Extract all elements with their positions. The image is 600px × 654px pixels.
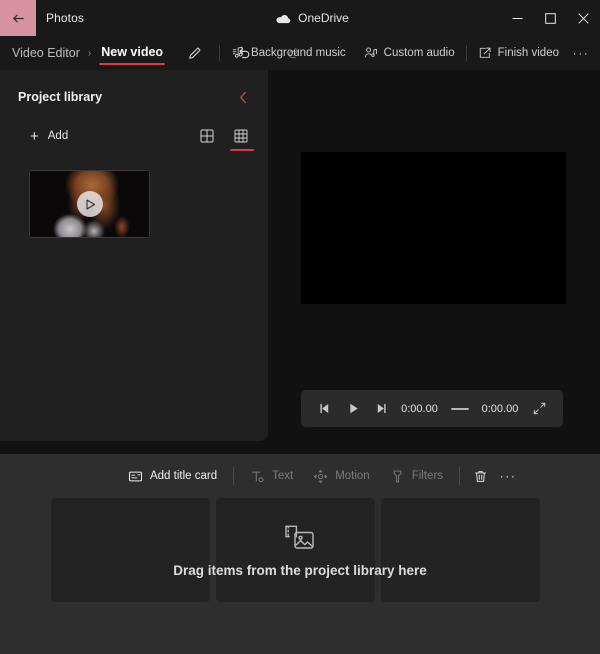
custom-audio-label: Custom audio <box>383 47 455 59</box>
project-library-header: Project library <box>0 70 268 108</box>
person-audio-icon <box>364 47 377 58</box>
delete-button[interactable] <box>466 463 494 489</box>
export-icon <box>479 47 491 58</box>
next-frame-icon <box>378 404 386 413</box>
grid-2x2-icon <box>200 129 214 143</box>
library-view-toggles <box>196 124 254 151</box>
custom-audio-button[interactable]: Custom audio <box>355 40 464 66</box>
chevron-left-icon <box>239 91 246 103</box>
motion-label: Motion <box>335 470 370 482</box>
fullscreen-button[interactable] <box>526 395 553 423</box>
collapse-library-button[interactable] <box>232 86 254 108</box>
title-bar: Photos OneDrive <box>0 0 600 36</box>
previous-frame-icon <box>320 404 329 413</box>
motion-icon <box>314 469 328 483</box>
editor-main-area: Project library + Add 0:00.00 0:00.00 <box>0 70 600 454</box>
storyboard-divider-1 <box>233 467 235 485</box>
photos-video-editor-window: Photos OneDrive Video Editor › New video… <box>0 0 600 654</box>
app-title: Photos <box>46 11 84 25</box>
storyboard-cards: Drag items from the project library here <box>0 498 600 602</box>
expand-icon <box>533 402 546 415</box>
maximize-button[interactable] <box>534 0 567 36</box>
breadcrumb-separator-icon: › <box>87 47 92 59</box>
storyboard-toolbar: Add title card Text Motion Filters ··· <box>0 454 600 498</box>
project-library-actions: + Add <box>0 108 268 151</box>
close-icon <box>578 12 589 24</box>
play-icon <box>349 403 358 414</box>
finish-video-label: Finish video <box>497 47 559 59</box>
text-button[interactable]: Text <box>240 463 303 489</box>
filters-button[interactable]: Filters <box>380 463 453 489</box>
current-time-label: 0:00.00 <box>401 402 438 415</box>
add-label: Add <box>47 130 69 142</box>
filters-label: Filters <box>411 470 444 482</box>
play-overlay-button[interactable] <box>76 191 103 217</box>
breadcrumb-video-editor[interactable]: Video Editor <box>12 46 80 60</box>
onedrive-label: OneDrive <box>298 11 349 25</box>
onedrive-status[interactable]: OneDrive <box>84 0 501 36</box>
preview-stage: 0:00.00 0:00.00 <box>268 70 600 454</box>
window-controls <box>501 0 600 36</box>
breadcrumb: Video Editor › New video <box>12 36 165 70</box>
add-title-card-label: Add title card <box>149 470 218 482</box>
time-separator <box>450 407 469 410</box>
play-icon <box>85 198 95 210</box>
storyboard-section: Add title card Text Motion Filters ··· D… <box>0 454 600 654</box>
library-media-item[interactable] <box>29 170 150 238</box>
command-divider-1 <box>219 45 221 61</box>
add-media-button[interactable]: + Add <box>30 129 68 144</box>
trash-icon <box>474 470 486 482</box>
command-divider-2 <box>465 45 467 61</box>
cloud-icon <box>276 14 291 23</box>
pencil-icon <box>188 46 201 59</box>
breadcrumb-new-video[interactable]: New video <box>99 36 165 70</box>
next-frame-button[interactable] <box>368 395 395 423</box>
background-music-label: Background music <box>251 47 346 59</box>
command-more-button[interactable]: ··· <box>568 40 594 66</box>
view-large-tiles-button[interactable] <box>196 124 218 148</box>
title-card-icon <box>128 471 142 481</box>
text-label: Text <box>272 470 294 482</box>
minimize-button[interactable] <box>501 0 534 36</box>
rename-button[interactable] <box>179 39 209 67</box>
finish-video-button[interactable]: Finish video <box>469 40 568 66</box>
command-bar-actions: Background music Custom audio Finish vid… <box>217 36 594 70</box>
project-library-panel: Project library + Add <box>0 70 268 441</box>
close-button[interactable] <box>567 0 600 36</box>
plus-icon: + <box>30 127 39 145</box>
command-bar: Video Editor › New video Background musi… <box>0 36 600 70</box>
minimize-icon <box>512 17 523 19</box>
playback-controls: 0:00.00 0:00.00 <box>301 390 563 427</box>
storyboard-slot[interactable] <box>216 498 375 602</box>
project-library-title: Project library <box>18 90 103 104</box>
grid-3x3-icon <box>234 129 248 143</box>
add-title-card-button[interactable]: Add title card <box>118 463 227 489</box>
play-button[interactable] <box>340 395 367 423</box>
project-library-items <box>0 148 268 238</box>
motion-button[interactable]: Motion <box>303 463 380 489</box>
storyboard-slot[interactable] <box>381 498 540 602</box>
text-icon <box>252 471 264 482</box>
view-small-tiles-button[interactable] <box>230 124 254 151</box>
total-time-label: 0:00.00 <box>481 402 519 415</box>
background-music-button[interactable]: Background music <box>222 40 355 66</box>
maximize-icon <box>545 12 556 24</box>
storyboard-slot[interactable] <box>51 498 210 602</box>
filters-icon <box>393 470 402 482</box>
back-arrow-icon <box>12 14 24 22</box>
storyboard-divider-2 <box>459 467 461 485</box>
music-note-icon <box>232 46 243 58</box>
back-button[interactable] <box>0 0 36 36</box>
previous-frame-button[interactable] <box>311 395 338 423</box>
video-preview[interactable] <box>301 152 566 304</box>
storyboard-more-button[interactable]: ··· <box>494 463 522 489</box>
